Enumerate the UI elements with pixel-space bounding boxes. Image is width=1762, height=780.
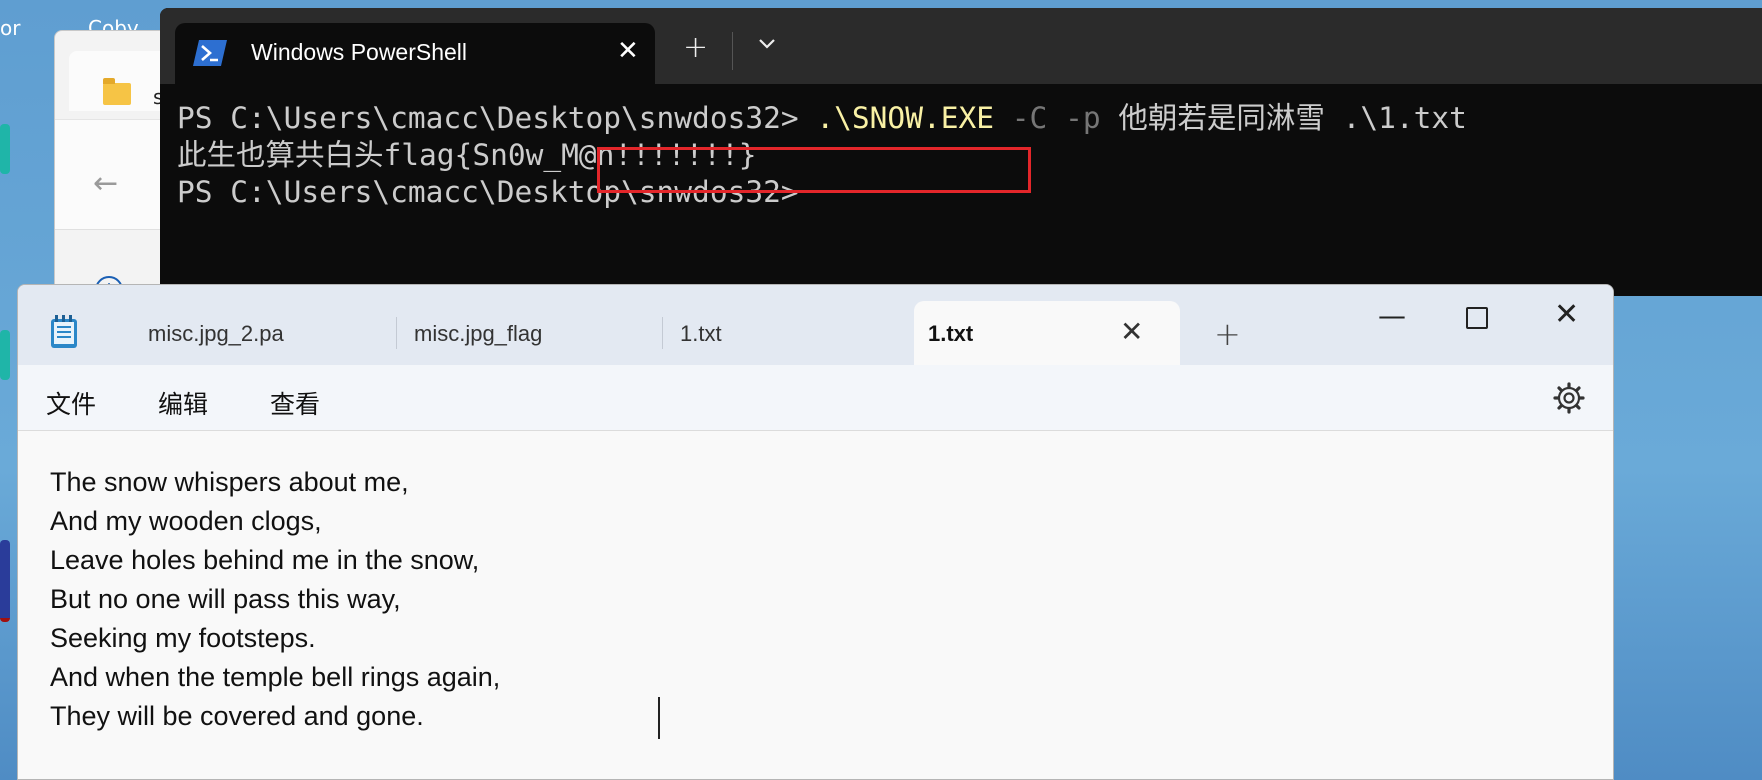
notepad-tab-2[interactable]: misc.jpg_flag	[396, 285, 662, 365]
text-line: The snow whispers about me,	[50, 467, 409, 497]
folder-icon	[103, 78, 131, 105]
text-line: And when the temple bell rings again,	[50, 662, 501, 692]
text-line: But no one will pass this way,	[50, 584, 401, 614]
notepad-tabbar: misc.jpg_2.pa misc.jpg_flag 1.txt 1.txt …	[18, 285, 1613, 367]
text-line: And my wooden clogs,	[50, 506, 322, 536]
powershell-window: Windows PowerShell ✕ + PS C:\Users\cmacc…	[160, 8, 1762, 296]
param-c: -C	[1011, 101, 1048, 135]
terminal-line-1: PS C:\Users\cmacc\Desktop\snwdos32> .\SN…	[177, 100, 1467, 137]
notepad-tab-2-label: misc.jpg_flag	[414, 321, 543, 346]
notepad-app-icon	[51, 315, 77, 348]
divider	[732, 32, 733, 70]
minimize-icon[interactable]: —	[1378, 299, 1406, 332]
active-tab-label: 1.txt	[928, 321, 974, 346]
terminal-titlebar: Windows PowerShell ✕ +	[160, 8, 1762, 84]
text-caret	[658, 697, 660, 739]
notepad-text-area[interactable]: The snow whispers about me, And my woode…	[50, 463, 500, 736]
new-tab-icon[interactable]: +	[683, 30, 708, 65]
back-arrow-icon[interactable]: ←	[93, 166, 118, 201]
chevron-down-icon[interactable]	[756, 32, 778, 54]
notepad-tab-1-label: misc.jpg_2.pa	[148, 321, 284, 346]
menu-view[interactable]: 查看	[270, 385, 320, 421]
close-window-icon[interactable]: ✕	[1554, 297, 1579, 332]
close-tab-icon[interactable]: ✕	[617, 36, 639, 66]
new-tab-icon[interactable]: +	[1214, 315, 1241, 353]
notepad-tab-1[interactable]: misc.jpg_2.pa	[130, 285, 390, 365]
notepad-window: misc.jpg_2.pa misc.jpg_flag 1.txt 1.txt …	[17, 284, 1614, 780]
desktop-app-icon-2[interactable]	[0, 330, 10, 380]
notepad-tab-3-label: 1.txt	[680, 321, 722, 346]
terminal-tab[interactable]: Windows PowerShell ✕	[175, 23, 655, 84]
close-tab-icon[interactable]: ✕	[1120, 315, 1143, 348]
text-line: Seeking my footsteps.	[50, 623, 316, 653]
flag-highlight-box	[597, 147, 1031, 193]
desktop-app-icon-1[interactable]	[0, 124, 10, 174]
desktop-label-left: or	[0, 16, 21, 40]
terminal-tab-title: Windows PowerShell	[251, 39, 468, 65]
command-text: .\SNOW.EXE	[816, 101, 994, 135]
menu-edit[interactable]: 编辑	[158, 385, 208, 421]
menu-file[interactable]: 文件	[46, 385, 96, 421]
output-prefix: 此生也算共白头	[177, 138, 384, 172]
settings-gear-icon[interactable]	[1552, 381, 1586, 415]
prompt-text: PS C:\Users\cmacc\Desktop\snwdos32>	[177, 101, 817, 135]
param-p: -p	[1065, 101, 1101, 135]
maximize-icon[interactable]	[1466, 307, 1488, 329]
powershell-icon	[193, 40, 227, 66]
notepad-tab-3[interactable]: 1.txt	[662, 285, 912, 365]
text-line: Leave holes behind me in the snow,	[50, 545, 480, 575]
desktop-app-icon-3[interactable]	[0, 540, 10, 622]
text-line: They will be covered and gone.	[50, 701, 424, 731]
notepad-tab-active[interactable]: 1.txt ✕	[914, 301, 1180, 367]
notepad-menubar: 文件 编辑 查看	[18, 365, 1613, 431]
command-args: 他朝若是同淋雪 .\1.txt	[1118, 101, 1467, 135]
